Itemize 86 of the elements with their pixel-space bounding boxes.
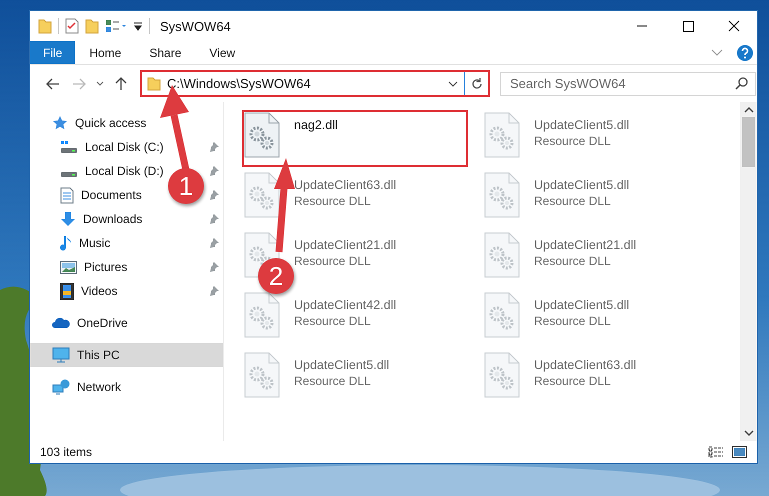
- properties-icon[interactable]: [65, 18, 79, 34]
- back-arrow-icon[interactable]: [46, 78, 60, 90]
- pin-icon[interactable]: [209, 214, 219, 224]
- nav-item[interactable]: Local Disk (C:): [30, 135, 166, 159]
- nav-item[interactable]: Network: [30, 375, 223, 399]
- pictures-icon: [60, 260, 77, 274]
- down-arrow-icon: [60, 211, 76, 227]
- pin-icon[interactable]: [209, 190, 219, 200]
- pin-icon[interactable]: [209, 142, 219, 152]
- dll-file-icon: [484, 352, 520, 398]
- dll-file-icon: [484, 292, 520, 338]
- file-menu-button[interactable]: File: [30, 41, 76, 64]
- file-type: Resource DLL: [534, 374, 612, 388]
- file-type: Resource DLL: [294, 254, 372, 268]
- file-type: Resource DLL: [534, 134, 612, 148]
- nav-item[interactable]: Quick access: [30, 111, 223, 135]
- music-note-icon: [60, 234, 72, 252]
- expand-ribbon-icon[interactable]: [711, 48, 723, 56]
- ribbon-tab[interactable]: Share: [135, 41, 196, 64]
- file-name[interactable]: UpdateClient42.dll: [294, 298, 396, 312]
- dropdown-icon[interactable]: [448, 80, 458, 86]
- dll-file-icon: [484, 172, 520, 218]
- scrollbar-thumb[interactable]: [742, 117, 755, 167]
- scroll-down-icon[interactable]: [744, 428, 754, 438]
- dll-file-icon: [244, 352, 280, 398]
- nav-item[interactable]: Pictures: [30, 255, 130, 279]
- thumbnail-view-icon[interactable]: [732, 446, 747, 458]
- folder-icon[interactable]: [85, 18, 99, 34]
- file-type: Resource DLL: [294, 374, 372, 388]
- dll-file-icon: [244, 112, 280, 158]
- monitor-icon: [52, 347, 70, 363]
- scrollbar[interactable]: [740, 102, 757, 441]
- recent-dropdown-icon[interactable]: [96, 80, 104, 86]
- drive-icon: [60, 140, 78, 154]
- nav-item[interactable]: Documents: [30, 183, 144, 207]
- item-count: 103 items: [40, 445, 92, 459]
- file-name[interactable]: UpdateClient5.dll: [534, 298, 630, 312]
- nav-item[interactable]: Videos: [30, 279, 120, 303]
- view-list-icon[interactable]: [105, 19, 127, 33]
- help-icon[interactable]: [737, 44, 753, 60]
- dll-file-icon: [244, 172, 280, 218]
- nav-item[interactable]: Local Disk (D:): [30, 159, 166, 183]
- pin-icon[interactable]: [209, 262, 219, 272]
- file-type: Resource DLL: [534, 194, 612, 208]
- file-type: Resource DLL: [534, 254, 612, 268]
- pin-icon[interactable]: [209, 238, 219, 248]
- folder-icon[interactable]: [38, 18, 52, 34]
- file-name[interactable]: UpdateClient5.dll: [534, 178, 630, 192]
- nav-item[interactable]: OneDrive: [30, 311, 223, 335]
- file-type: Resource DLL: [294, 194, 372, 208]
- file-name[interactable]: UpdateClient63.dll: [294, 178, 396, 192]
- details-view-icon[interactable]: [708, 446, 724, 458]
- folder-icon: [147, 76, 161, 90]
- file-name[interactable]: UpdateClient21.dll: [294, 238, 396, 252]
- scroll-up-icon[interactable]: [744, 105, 754, 115]
- nav-item[interactable]: Downloads: [30, 207, 144, 231]
- ribbon-tab[interactable]: Home: [75, 41, 136, 64]
- nav-item[interactable]: Music: [30, 231, 112, 255]
- star-icon: [52, 115, 68, 131]
- ribbon-tab[interactable]: View: [195, 41, 250, 64]
- search-icon[interactable]: [735, 76, 748, 90]
- file-type: Resource DLL: [534, 314, 612, 328]
- refresh-icon[interactable]: [470, 76, 484, 90]
- window-title: SysWOW64: [160, 18, 231, 34]
- up-arrow-icon[interactable]: [115, 76, 127, 90]
- file-name[interactable]: UpdateClient5.dll: [294, 358, 390, 372]
- nav-item[interactable]: This PC: [30, 343, 223, 367]
- pin-icon[interactable]: [209, 166, 219, 176]
- film-icon: [60, 282, 74, 300]
- file-name[interactable]: nag2.dll: [294, 118, 338, 132]
- file-name[interactable]: UpdateClient63.dll: [534, 358, 636, 372]
- address-path: C:\Windows\SysWOW64: [167, 76, 311, 91]
- search-field[interactable]: Search SysWOW64: [500, 72, 756, 96]
- network-icon: [52, 379, 70, 395]
- file-type: Resource DLL: [294, 314, 372, 328]
- dll-file-icon: [484, 232, 520, 278]
- file-name[interactable]: UpdateClient21.dll: [534, 238, 636, 252]
- dll-file-icon: [244, 292, 280, 338]
- file-name[interactable]: UpdateClient5.dll: [534, 118, 630, 132]
- document-icon: [60, 186, 74, 204]
- pin-icon[interactable]: [209, 286, 219, 296]
- dropdown-icon[interactable]: [133, 21, 143, 31]
- cloud-icon: [52, 317, 70, 329]
- dll-file-icon: [484, 112, 520, 158]
- address-bar[interactable]: C:\Windows\SysWOW64: [140, 70, 490, 97]
- drive-icon: [60, 172, 78, 178]
